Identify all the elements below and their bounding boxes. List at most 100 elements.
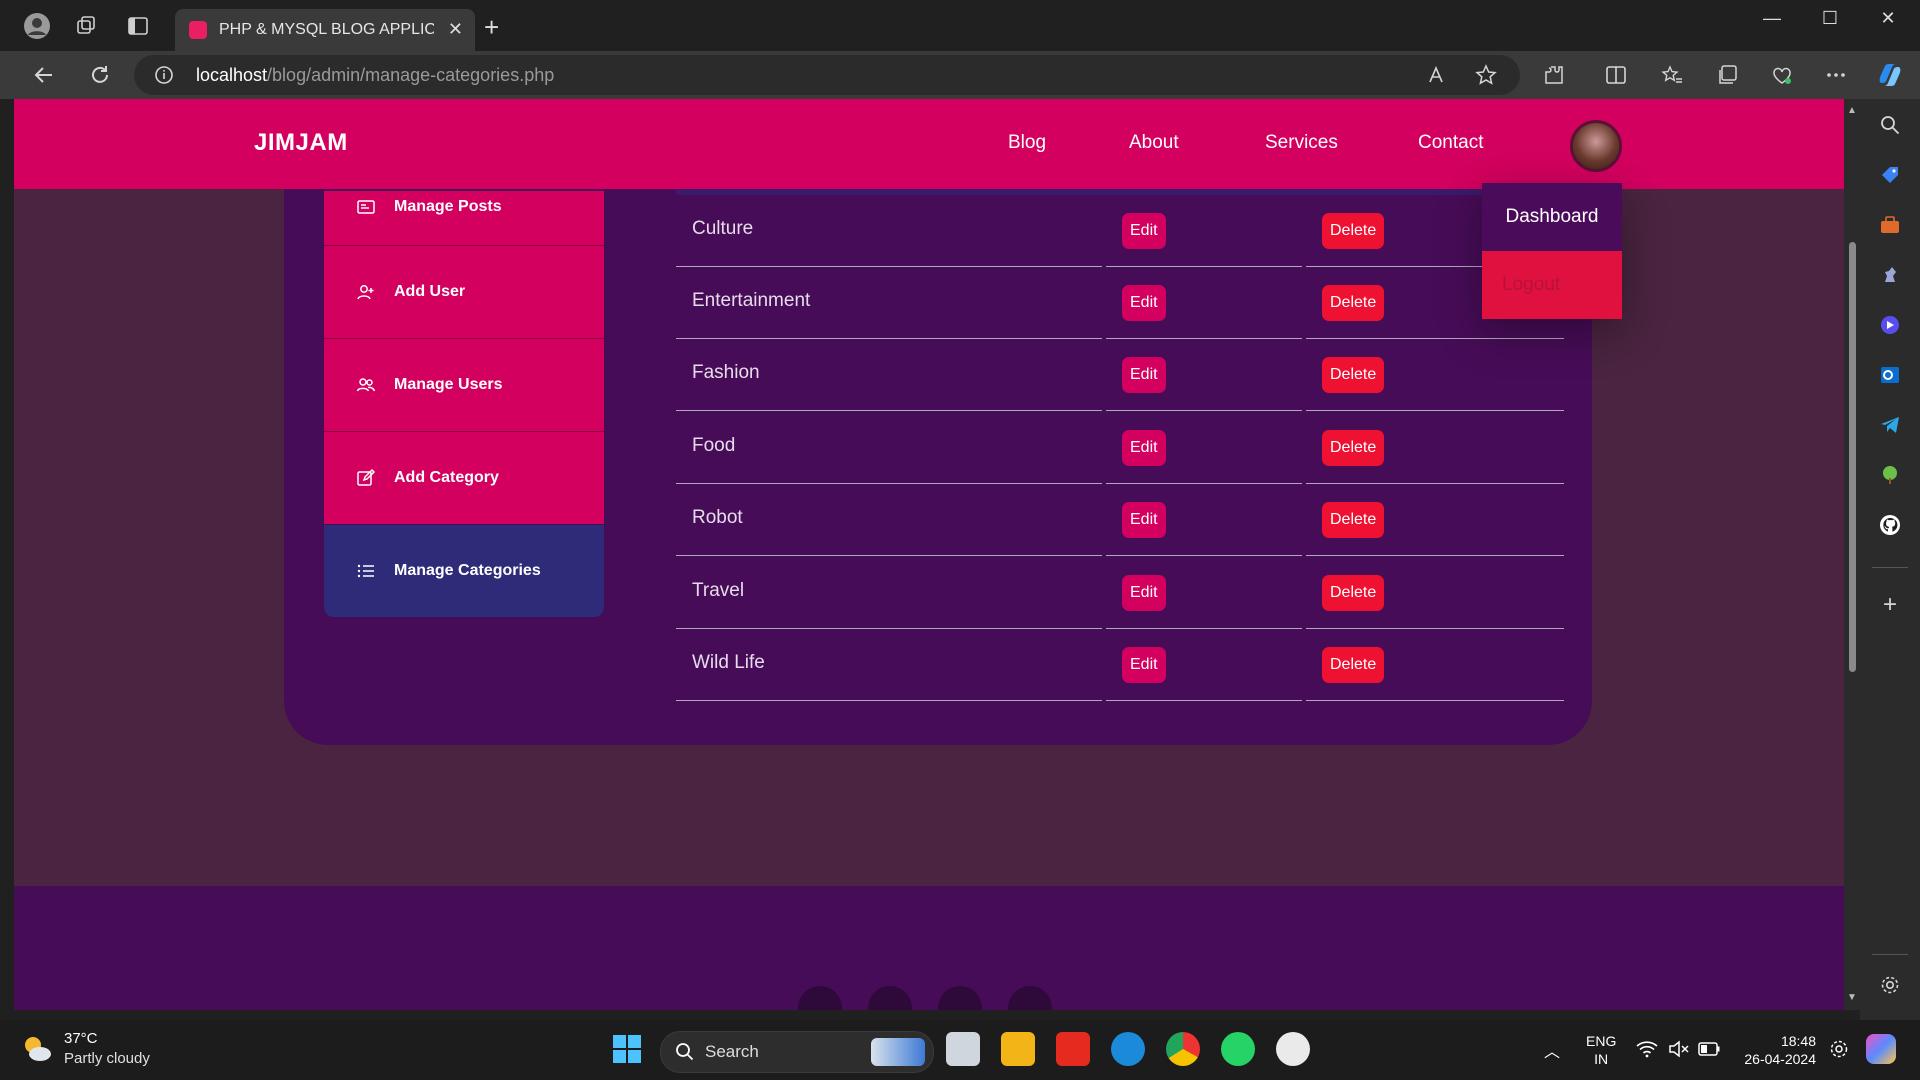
page-scrollbar[interactable]: ▲ ▼ (1844, 99, 1860, 1010)
sidebar-item-manage-posts[interactable]: Manage Posts (324, 191, 604, 245)
edit-button[interactable]: Edit (1122, 647, 1166, 683)
search-icon[interactable] (1876, 111, 1904, 139)
url-text[interactable]: localhost/blog/admin/manage-categories.p… (196, 65, 554, 86)
collections-icon[interactable] (1712, 59, 1744, 91)
sidebar-item-manage-categories[interactable]: Manage Categories (324, 525, 604, 617)
nav-link-services[interactable]: Services (1265, 132, 1338, 154)
shopping-tag-icon[interactable] (1876, 161, 1904, 189)
favorite-star-icon[interactable] (1470, 59, 1502, 91)
search-icon (676, 1043, 694, 1061)
instagram-icon[interactable] (938, 986, 982, 1010)
whatsapp-app-icon[interactable] (1221, 1032, 1255, 1066)
scroll-down-icon[interactable]: ▼ (1847, 992, 1857, 1003)
start-windows-icon[interactable] (612, 1034, 642, 1064)
category-name: Travel (692, 580, 745, 601)
favorites-icon[interactable] (1656, 59, 1688, 91)
delete-button[interactable]: Delete (1322, 575, 1385, 611)
sidebar-item-label: Add Category (394, 469, 499, 486)
github-desktop-icon[interactable] (1276, 1032, 1310, 1066)
edit-button[interactable]: Edit (1122, 357, 1166, 393)
table-cell: Delete (1306, 629, 1564, 701)
settings-gear-icon[interactable] (1876, 971, 1904, 999)
browser-essentials-icon[interactable] (1766, 59, 1798, 91)
wifi-icon[interactable] (1636, 1040, 1658, 1058)
weather-temperature: 37°C (64, 1030, 98, 1047)
maximize-icon[interactable]: ☐ (1810, 8, 1850, 29)
nav-link-blog[interactable]: Blog (1008, 132, 1046, 154)
back-icon[interactable] (28, 59, 60, 91)
tab-actions-icon[interactable] (118, 6, 158, 46)
dropdown-logout-link[interactable]: Logout (1482, 251, 1622, 319)
copilot-taskbar-icon[interactable] (1866, 1034, 1896, 1064)
edit-button[interactable]: Edit (1122, 502, 1166, 538)
edit-button[interactable]: Edit (1122, 430, 1166, 466)
file-explorer-icon[interactable] (1001, 1032, 1035, 1066)
delete-button[interactable]: Delete (1322, 357, 1385, 393)
system-clock[interactable]: 18:48 26-04-2024 (1736, 1032, 1816, 1068)
split-screen-icon[interactable] (1600, 59, 1632, 91)
delete-button[interactable]: Delete (1322, 502, 1385, 538)
category-name: Fashion (692, 362, 760, 383)
minimize-icon[interactable]: — (1752, 8, 1792, 29)
reload-icon[interactable] (84, 59, 116, 91)
close-tab-icon[interactable]: ✕ (448, 19, 463, 40)
table-cell: Robot (676, 484, 1102, 556)
delete-button[interactable]: Delete (1322, 285, 1385, 321)
extensions-icon[interactable] (1538, 59, 1570, 91)
profile-icon[interactable] (17, 6, 57, 46)
twitter-icon[interactable] (1008, 986, 1052, 1010)
delete-button[interactable]: Delete (1322, 213, 1385, 249)
delete-button[interactable]: Delete (1322, 430, 1385, 466)
task-view-icon[interactable] (946, 1032, 980, 1066)
nav-link-contact[interactable]: Contact (1418, 132, 1483, 154)
youtube-app-icon[interactable] (1056, 1032, 1090, 1066)
edge-app-icon[interactable] (1111, 1032, 1145, 1066)
sidebar-item-label: Manage Posts (394, 198, 502, 215)
new-tab-icon[interactable]: + (484, 12, 499, 43)
youtube-icon[interactable] (798, 986, 842, 1010)
site-logo[interactable]: JIMJAM (254, 129, 348, 157)
close-window-icon[interactable]: ✕ (1868, 8, 1908, 29)
dropdown-dashboard-link[interactable]: Dashboard (1482, 183, 1622, 251)
sidebar-item-add-category[interactable]: Add Category (324, 432, 604, 524)
copilot-app-icon[interactable] (1876, 311, 1904, 339)
notification-settings-icon[interactable] (1828, 1038, 1850, 1060)
games-icon[interactable] (1876, 261, 1904, 289)
nav-link-about[interactable]: About (1129, 132, 1179, 154)
table-cell: Travel (676, 557, 1102, 629)
edit-button[interactable]: Edit (1122, 213, 1166, 249)
workspaces-icon[interactable] (66, 6, 106, 46)
sidebar-item-label: Manage Users (394, 376, 503, 393)
scroll-up-icon[interactable]: ▲ (1847, 105, 1857, 116)
volume-muted-icon[interactable] (1668, 1040, 1690, 1058)
show-hidden-icons-icon[interactable]: ︿ (1544, 1038, 1560, 1062)
sidebar-item-label: Manage Categories (394, 562, 541, 579)
weather-icon[interactable] (20, 1032, 54, 1066)
chrome-app-icon[interactable] (1166, 1032, 1200, 1066)
tree-icon[interactable] (1876, 461, 1904, 489)
site-info-icon[interactable] (148, 59, 180, 91)
active-tab[interactable]: PHP & MYSQL BLOG APPLICATIO ✕ (175, 9, 475, 51)
category-name: Food (692, 435, 736, 456)
read-aloud-icon[interactable] (1422, 59, 1454, 91)
github-icon[interactable] (1876, 511, 1904, 539)
sidebar-item-manage-users[interactable]: Manage Users (324, 339, 604, 431)
avatar[interactable] (1570, 120, 1622, 172)
telegram-icon[interactable] (1876, 411, 1904, 439)
language-indicator[interactable]: ENG IN (1586, 1032, 1616, 1068)
table-row: Fashion Edit Delete (676, 339, 1564, 411)
edit-button[interactable]: Edit (1122, 575, 1166, 611)
facebook-icon[interactable] (868, 986, 912, 1010)
more-options-icon[interactable] (1820, 59, 1852, 91)
address-bar[interactable]: localhost/blog/admin/manage-categories.p… (134, 55, 1520, 95)
tools-icon[interactable] (1876, 211, 1904, 239)
edit-button[interactable]: Edit (1122, 285, 1166, 321)
copilot-icon[interactable] (1874, 59, 1906, 91)
taskbar-search[interactable]: Search (660, 1031, 934, 1073)
battery-icon[interactable] (1698, 1042, 1720, 1056)
add-app-icon[interactable]: + (1876, 591, 1904, 619)
delete-button[interactable]: Delete (1322, 647, 1385, 683)
sidebar-item-add-user[interactable]: Add User (324, 246, 604, 338)
scrollbar-thumb[interactable] (1849, 242, 1856, 672)
outlook-icon[interactable] (1876, 361, 1904, 389)
